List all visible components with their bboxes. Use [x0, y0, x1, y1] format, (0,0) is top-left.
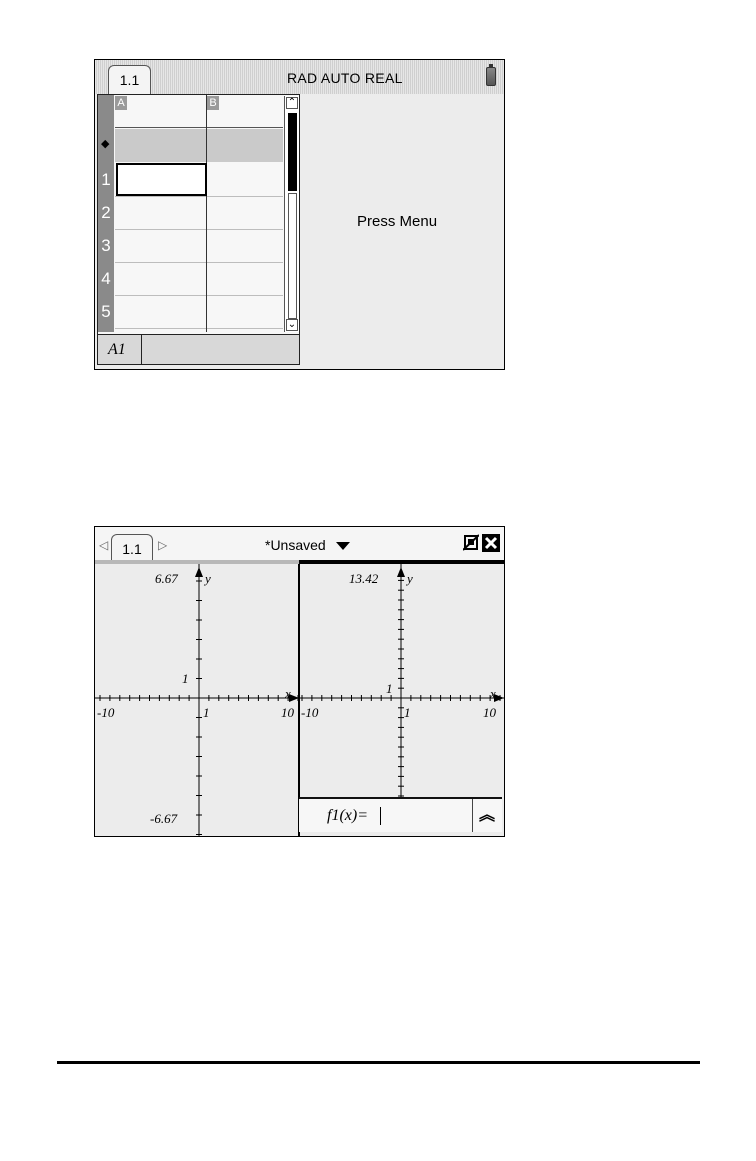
left-y-label: y — [205, 571, 211, 586]
spreadsheet-grid[interactable]: A B ◆ 1 2 3 4 5 ⌃ ⌄ A1 — [97, 94, 300, 365]
right-y-label: y — [407, 571, 413, 586]
dropdown-arrow-icon[interactable] — [335, 542, 350, 551]
row-label-3[interactable]: 3 — [98, 229, 114, 262]
left-graph[interactable] — [95, 564, 299, 836]
row-label-1[interactable]: 1 — [98, 163, 114, 196]
column-header-a[interactable]: A — [115, 96, 127, 110]
selected-cell-a1[interactable] — [116, 163, 207, 196]
document-title-text: *Unsaved — [265, 537, 326, 553]
left-xmin-label: -10 — [97, 705, 115, 720]
spreadsheet-screen: 1.1 RAD AUTO REAL A B ◆ 1 2 3 4 5 ⌃ ⌄ A1… — [94, 59, 505, 370]
vertical-scrollbar[interactable]: ⌃ ⌄ — [284, 96, 299, 332]
text-cursor — [380, 807, 381, 825]
row-label-4[interactable]: 4 — [98, 262, 114, 295]
left-xmax-label: 10 — [281, 705, 294, 720]
left-ymax-label: 6.67 — [155, 571, 178, 586]
cell-entry-bar[interactable]: A1 — [98, 334, 299, 364]
scroll-up-icon[interactable]: ⌃ — [286, 97, 298, 109]
scroll-down-icon[interactable]: ⌄ — [286, 319, 298, 331]
press-menu-message: Press Menu — [357, 213, 438, 230]
left-y-tick-label: 1 — [182, 671, 189, 686]
graphs-screen: ◁ 1.1 ▷ *Unsaved 6.67 y 1 x -10 1 10 -6.… — [94, 526, 505, 837]
grid-line — [115, 295, 283, 296]
right-graph[interactable] — [300, 564, 504, 797]
left-x-tick-label: 1 — [203, 705, 210, 720]
previous-page-icon[interactable]: ◁ — [99, 538, 108, 552]
header-divider — [115, 127, 283, 128]
right-xmax-label: 10 — [483, 705, 496, 720]
grid-line — [115, 262, 283, 263]
column-divider — [206, 95, 207, 332]
right-x-label: x — [490, 686, 496, 701]
cell-reference: A1 — [98, 335, 142, 364]
left-ymin-label: -6.67 — [150, 811, 178, 826]
next-page-icon[interactable]: ▷ — [158, 538, 167, 552]
scroll-thumb[interactable] — [288, 113, 297, 191]
row-label-5[interactable]: 5 — [98, 295, 114, 328]
grid-line — [115, 196, 283, 197]
formula-row-marker: ◆ — [101, 138, 110, 150]
right-xmin-label: -10 — [301, 705, 319, 720]
y-axis-arrow-icon — [397, 567, 405, 577]
column-header-b[interactable]: B — [207, 96, 219, 110]
row-label-2[interactable]: 2 — [98, 196, 114, 229]
right-x-tick-label: 1 — [404, 705, 411, 720]
mode-status: RAD AUTO REAL — [287, 70, 403, 86]
right-y-tick-label: 1 — [386, 681, 393, 696]
close-icon[interactable] — [482, 534, 500, 552]
formula-row[interactable] — [115, 129, 283, 162]
function-entry-line[interactable]: f1(x)= ︽ — [299, 797, 502, 832]
document-title[interactable]: *Unsaved — [265, 537, 350, 553]
footer-rule — [57, 1061, 700, 1064]
expand-history-icon[interactable]: ︽ — [472, 799, 501, 832]
tab-1-1[interactable]: 1.1 — [108, 65, 151, 96]
page-layout-icon[interactable] — [462, 534, 480, 551]
right-ymax-label: 13.42 — [349, 571, 379, 586]
left-x-label: x — [285, 686, 291, 701]
scroll-track[interactable] — [288, 193, 297, 319]
grid-line — [115, 328, 283, 329]
function-entry-text[interactable]: f1(x)= — [327, 807, 368, 825]
grid-line — [115, 229, 283, 230]
y-axis-arrow-icon — [195, 567, 203, 577]
battery-icon — [486, 64, 496, 86]
